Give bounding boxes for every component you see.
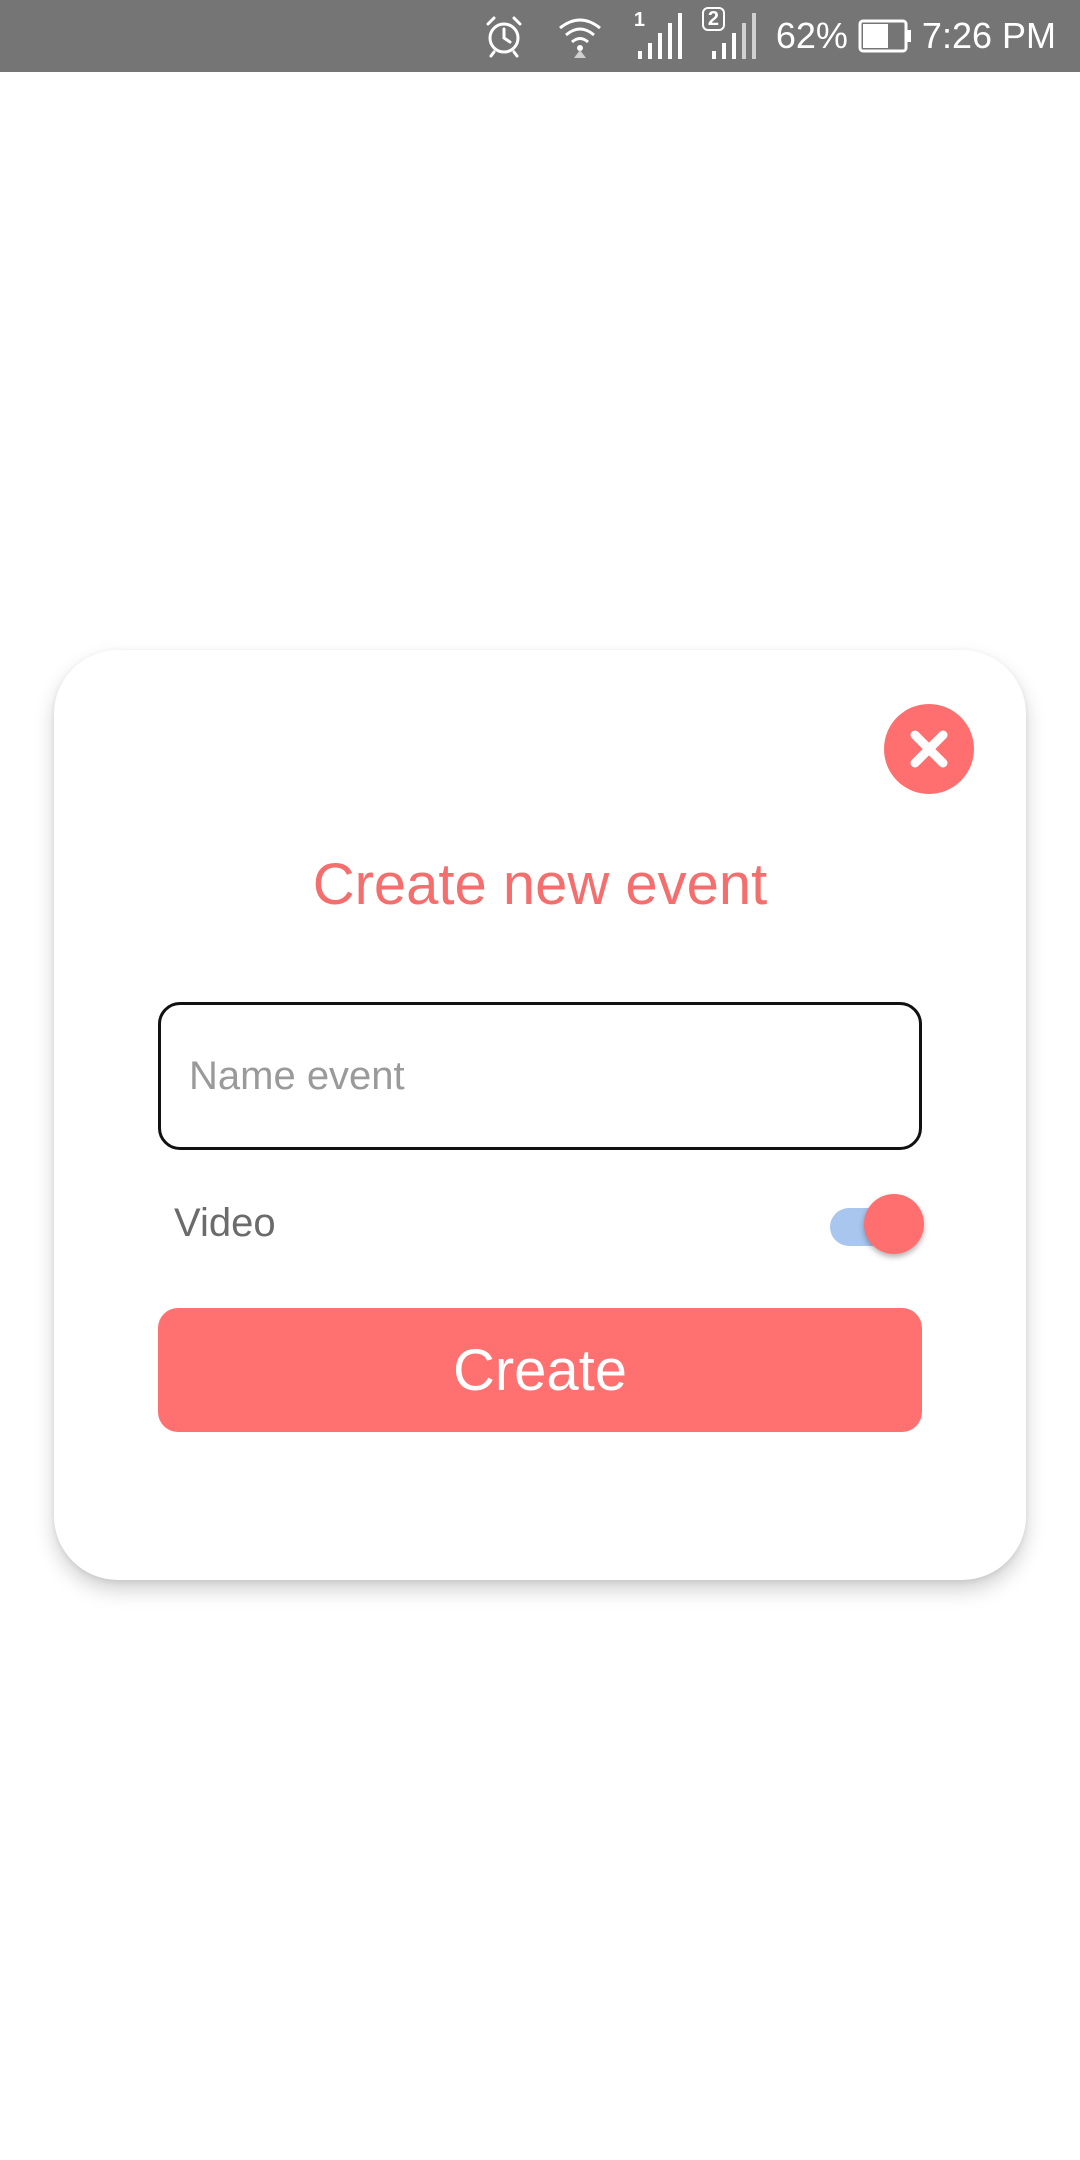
close-button[interactable] <box>884 704 974 794</box>
alarm-clock-icon <box>482 14 526 58</box>
wifi-icon <box>556 14 604 58</box>
create-event-dialog: Create new event Video Create <box>54 650 1026 1580</box>
battery-icon <box>858 19 912 53</box>
sim1-label: 1 <box>633 9 645 31</box>
close-icon <box>910 730 948 768</box>
toggle-knob <box>864 1194 924 1254</box>
battery-percent: 62% <box>775 15 848 56</box>
sim2-label: 2 <box>701 7 725 31</box>
name-event-input[interactable] <box>158 1002 922 1150</box>
status-bar: 1 2 62% 7:26 PM <box>0 0 1080 72</box>
clock-time: 7:26 PM <box>921 15 1056 56</box>
video-toggle[interactable] <box>826 1190 930 1256</box>
dialog-title: Create new event <box>312 852 768 917</box>
sim2-signal-icon: 2 <box>701 7 758 61</box>
video-label: Video <box>174 1201 276 1245</box>
sim1-signal-icon: 1 <box>633 9 684 61</box>
create-button[interactable]: Create <box>158 1308 922 1432</box>
